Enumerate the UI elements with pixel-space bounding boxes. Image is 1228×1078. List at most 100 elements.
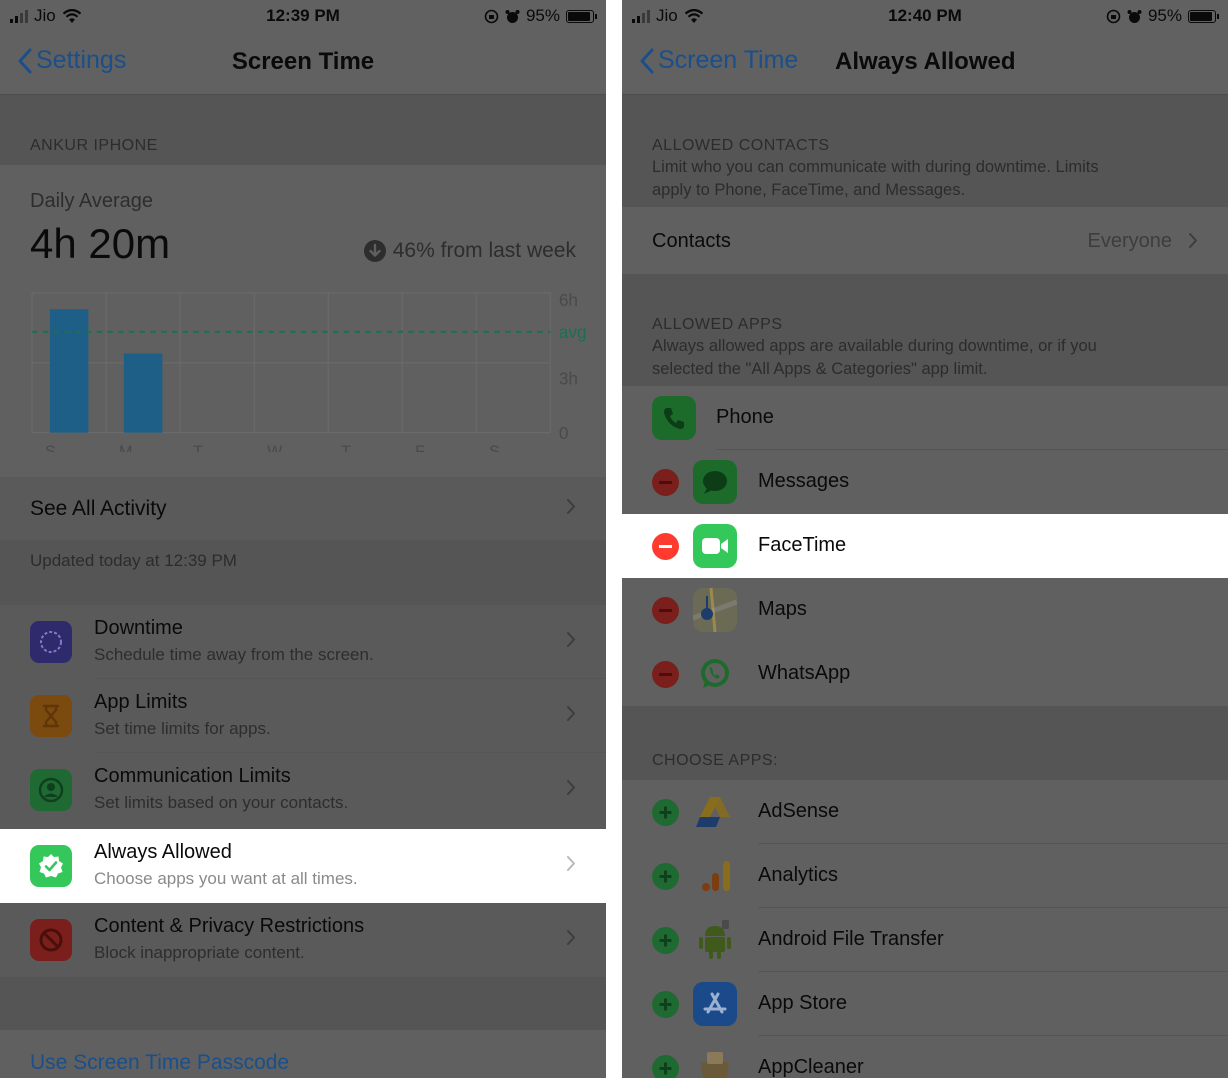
daily-average-label: Daily Average	[30, 190, 154, 212]
remove-icon[interactable]	[652, 533, 679, 560]
usage-chart: S M T W T F Savg 6h 3h 0	[31, 290, 587, 452]
navigation-bar: Settings Screen Time	[0, 32, 606, 95]
y-tick-label: 6h	[559, 290, 578, 310]
always-allowed-panel: Jio 12:40 PM 95% Screen Time Always Allo…	[622, 0, 1228, 1078]
x-tick-label: T	[341, 442, 351, 452]
remove-icon[interactable]	[652, 469, 679, 496]
y-tick-label: 3h	[559, 368, 578, 388]
remove-icon[interactable]	[652, 597, 679, 624]
app-label: AppCleaner	[758, 1056, 864, 1078]
battery-percent: 95%	[525, 6, 560, 25]
app-limits-subtitle: Set time limits for apps.	[94, 719, 271, 738]
allowed-apps-desc-1: Always allowed apps are available during…	[652, 337, 1097, 355]
average-label: avg	[559, 322, 587, 342]
chevron-right-icon	[567, 632, 575, 647]
always-allowed-row[interactable]: Always Allowed Choose apps you want at a…	[0, 829, 606, 903]
add-icon[interactable]	[652, 927, 679, 954]
chevron-right-icon	[1189, 233, 1197, 248]
choose-apps-section: CHOOSE APPS:	[622, 706, 1228, 780]
device-header: ANKUR IPHONE	[30, 137, 158, 154]
allowed-contacts-desc-1: Limit who you can communicate with durin…	[652, 158, 1099, 176]
section-gap: ANKUR IPHONE	[0, 95, 606, 165]
trend-indicator: 46% from last week	[363, 239, 576, 263]
add-icon[interactable]	[652, 863, 679, 890]
x-tick-label: S	[45, 442, 56, 452]
chevron-right-icon	[567, 780, 575, 795]
app-limits-row[interactable]: App Limits Set time limits for apps.	[0, 679, 606, 753]
battery-icon	[566, 9, 597, 23]
appcleaner-icon	[693, 1046, 737, 1078]
chevron-right-icon	[567, 499, 575, 514]
navigation-bar: Screen Time Always Allowed	[622, 32, 1228, 95]
android-icon	[693, 918, 737, 962]
status-right: 95%	[484, 6, 597, 26]
y-tick-label: 0	[559, 423, 569, 443]
down-arrow-circle-icon	[363, 240, 386, 262]
back-label: Screen Time	[658, 46, 799, 74]
always-allowed-title: Always Allowed	[94, 841, 232, 863]
orientation-lock-icon	[484, 9, 499, 23]
remove-icon[interactable]	[652, 661, 679, 688]
screen-time-panel: Jio 12:39 PM 95% Settings Screen Time AN…	[0, 0, 606, 1078]
app-label: Analytics	[758, 864, 839, 886]
allowed-app-maps[interactable]: Maps	[622, 578, 1228, 642]
page-title: Screen Time	[231, 48, 375, 75]
status-right: 95%	[1106, 6, 1219, 26]
chart-bar	[123, 353, 163, 433]
content-privacy-row[interactable]: Content & Privacy Restrictions Block ina…	[0, 903, 606, 977]
choose-app-analytics[interactable]: Analytics	[622, 844, 1228, 908]
app-label: Messages	[758, 470, 850, 492]
communication-limits-title: Communication Limits	[94, 765, 291, 787]
messages-icon	[693, 460, 737, 504]
allowed-app-phone: Phone	[622, 386, 1228, 450]
app-label: FaceTime	[758, 534, 847, 556]
see-all-activity-row[interactable]: See All Activity	[0, 477, 606, 540]
allowed-apps-header: ALLOWED APPS	[652, 316, 783, 333]
chart-bar	[49, 309, 89, 433]
whatsapp-icon	[693, 652, 737, 696]
battery-percent: 95%	[1147, 6, 1182, 25]
add-icon[interactable]	[652, 799, 679, 826]
contacts-value: Everyone	[1087, 230, 1173, 252]
updated-text: Updated today at 12:39 PM	[30, 551, 237, 570]
add-icon[interactable]	[652, 1055, 679, 1078]
choose-app-adsense[interactable]: AdSense	[622, 780, 1228, 844]
chevron-right-icon	[567, 706, 575, 721]
moon-clock-icon	[30, 621, 72, 663]
choose-app-android-file-transfer[interactable]: Android File Transfer	[622, 908, 1228, 972]
status-bar: Jio 12:39 PM 95%	[0, 0, 606, 32]
communication-limits-row[interactable]: Communication Limits Set limits based on…	[0, 753, 606, 827]
choose-app-app-store[interactable]: App Store	[622, 972, 1228, 1036]
allowed-apps-section: ALLOWED APPS Always allowed apps are ava…	[622, 274, 1228, 386]
allowed-contacts-desc-2: apply to Phone, FaceTime, and Messages.	[652, 181, 966, 199]
contacts-row[interactable]: Contacts Everyone	[622, 207, 1228, 274]
maps-icon	[693, 588, 737, 632]
app-label: AdSense	[758, 800, 840, 822]
downtime-row[interactable]: Downtime Schedule time away from the scr…	[0, 605, 606, 679]
passcode-card: Use Screen Time Passcode	[0, 1030, 606, 1078]
x-tick-label: T	[193, 442, 203, 452]
allowed-app-facetime[interactable]: FaceTime	[622, 514, 1228, 578]
allowed-apps-desc-2: selected the "All Apps & Categories" app…	[652, 360, 988, 378]
use-passcode-link[interactable]: Use Screen Time Passcode	[30, 1051, 289, 1075]
chevron-left-icon	[640, 48, 654, 73]
x-tick-label: M	[119, 442, 132, 452]
app-label: Phone	[716, 406, 774, 428]
facetime-icon	[693, 524, 737, 568]
status-bar: Jio 12:40 PM 95%	[622, 0, 1228, 32]
always-allowed-subtitle: Choose apps you want at all times.	[94, 869, 358, 888]
app-label: Android File Transfer	[758, 928, 944, 950]
battery-icon	[1188, 9, 1219, 23]
content-privacy-subtitle: Block inappropriate content.	[94, 943, 305, 962]
add-icon[interactable]	[652, 991, 679, 1018]
analytics-icon	[693, 854, 737, 898]
alarm-icon	[505, 9, 520, 23]
person-circle-icon	[30, 769, 72, 811]
choose-app-appcleaner[interactable]: AppCleaner	[622, 1036, 1228, 1078]
allowed-app-whatsapp[interactable]: WhatsApp	[622, 642, 1228, 706]
allowed-app-messages[interactable]: Messages	[622, 450, 1228, 514]
chevron-right-icon	[567, 930, 575, 945]
x-tick-label: W	[267, 442, 283, 452]
back-button[interactable]: Screen Time	[640, 46, 798, 75]
allowed-contacts-header: ALLOWED CONTACTS	[652, 137, 830, 154]
